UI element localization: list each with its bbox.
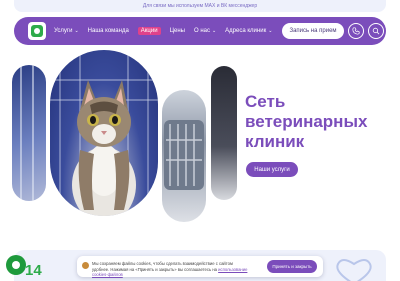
nav-item-label: Наша команда — [87, 28, 129, 34]
nav-menu: Услуги ⌄ Наша команда Акции Цены О нас ⌄… — [54, 17, 272, 45]
nav-item-about[interactable]: О нас ⌄ — [194, 28, 216, 34]
heart-pulse-icon — [336, 259, 372, 281]
clinic-logo[interactable] — [28, 22, 46, 40]
nav-item-label: Цены — [169, 28, 185, 34]
chat-icon — [12, 261, 20, 269]
top-notice-text: Для связи мы используем MAX и ВК мессенд… — [142, 3, 258, 9]
top-notice-bar: Для связи мы используем MAX и ВК мессенд… — [14, 0, 386, 12]
main-navbar: Услуги ⌄ Наша команда Акции Цены О нас ⌄… — [14, 17, 386, 45]
hero-title-line: клиник — [245, 132, 305, 151]
logo-mark-icon — [31, 25, 43, 37]
cookie-text: Мы сохраняем файлы cookies, чтобы сделат… — [92, 261, 250, 278]
stat-number: 14 — [25, 262, 42, 279]
search-button[interactable] — [368, 23, 384, 39]
nav-item-services[interactable]: Услуги ⌄ — [54, 28, 79, 34]
nav-item-label: Адреса клиник — [225, 28, 267, 34]
nav-item-team[interactable]: Наша команда — [88, 28, 129, 34]
hero-title: Сеть ветеринарных клиник — [245, 92, 395, 152]
hero-title-line: Сеть — [245, 92, 286, 111]
nav-item-promotions[interactable]: Акции — [137, 27, 161, 35]
book-appointment-button[interactable]: Запись на прием — [282, 23, 344, 39]
search-icon — [372, 27, 380, 35]
chevron-down-icon: ⌄ — [74, 28, 79, 34]
chevron-down-icon: ⌄ — [268, 28, 273, 34]
phone-icon — [352, 27, 360, 35]
accept-cookies-button[interactable]: Принять и закрыть — [267, 260, 317, 273]
nav-item-label: Услуги — [54, 28, 73, 34]
hero-photo-strip-4 — [211, 66, 237, 200]
nav-item-addresses[interactable]: Адреса клиник ⌄ — [225, 28, 272, 34]
phone-button[interactable] — [348, 23, 364, 39]
our-services-button[interactable]: Наши услуги — [246, 162, 298, 177]
hero-photo-strip-1 — [12, 65, 46, 201]
cookie-message: Мы сохраняем файлы cookies, чтобы сделат… — [92, 261, 233, 272]
cat-illustration — [50, 50, 158, 216]
chat-widget-button[interactable] — [6, 255, 26, 275]
chevron-down-icon: ⌄ — [211, 28, 217, 34]
hero-title-line: ветеринарных — [245, 112, 368, 131]
cookie-icon — [82, 262, 89, 269]
nav-item-label: Акции — [140, 28, 158, 34]
hero-photo-strip-3 — [162, 90, 206, 222]
hero-cat-photo — [50, 50, 158, 216]
cookie-banner: Мы сохраняем файлы cookies, чтобы сделат… — [77, 256, 323, 277]
nav-item-label: О нас — [193, 28, 210, 34]
page: Для связи мы используем MAX и ВК мессенд… — [0, 0, 400, 281]
nav-item-prices[interactable]: Цены — [170, 28, 185, 34]
